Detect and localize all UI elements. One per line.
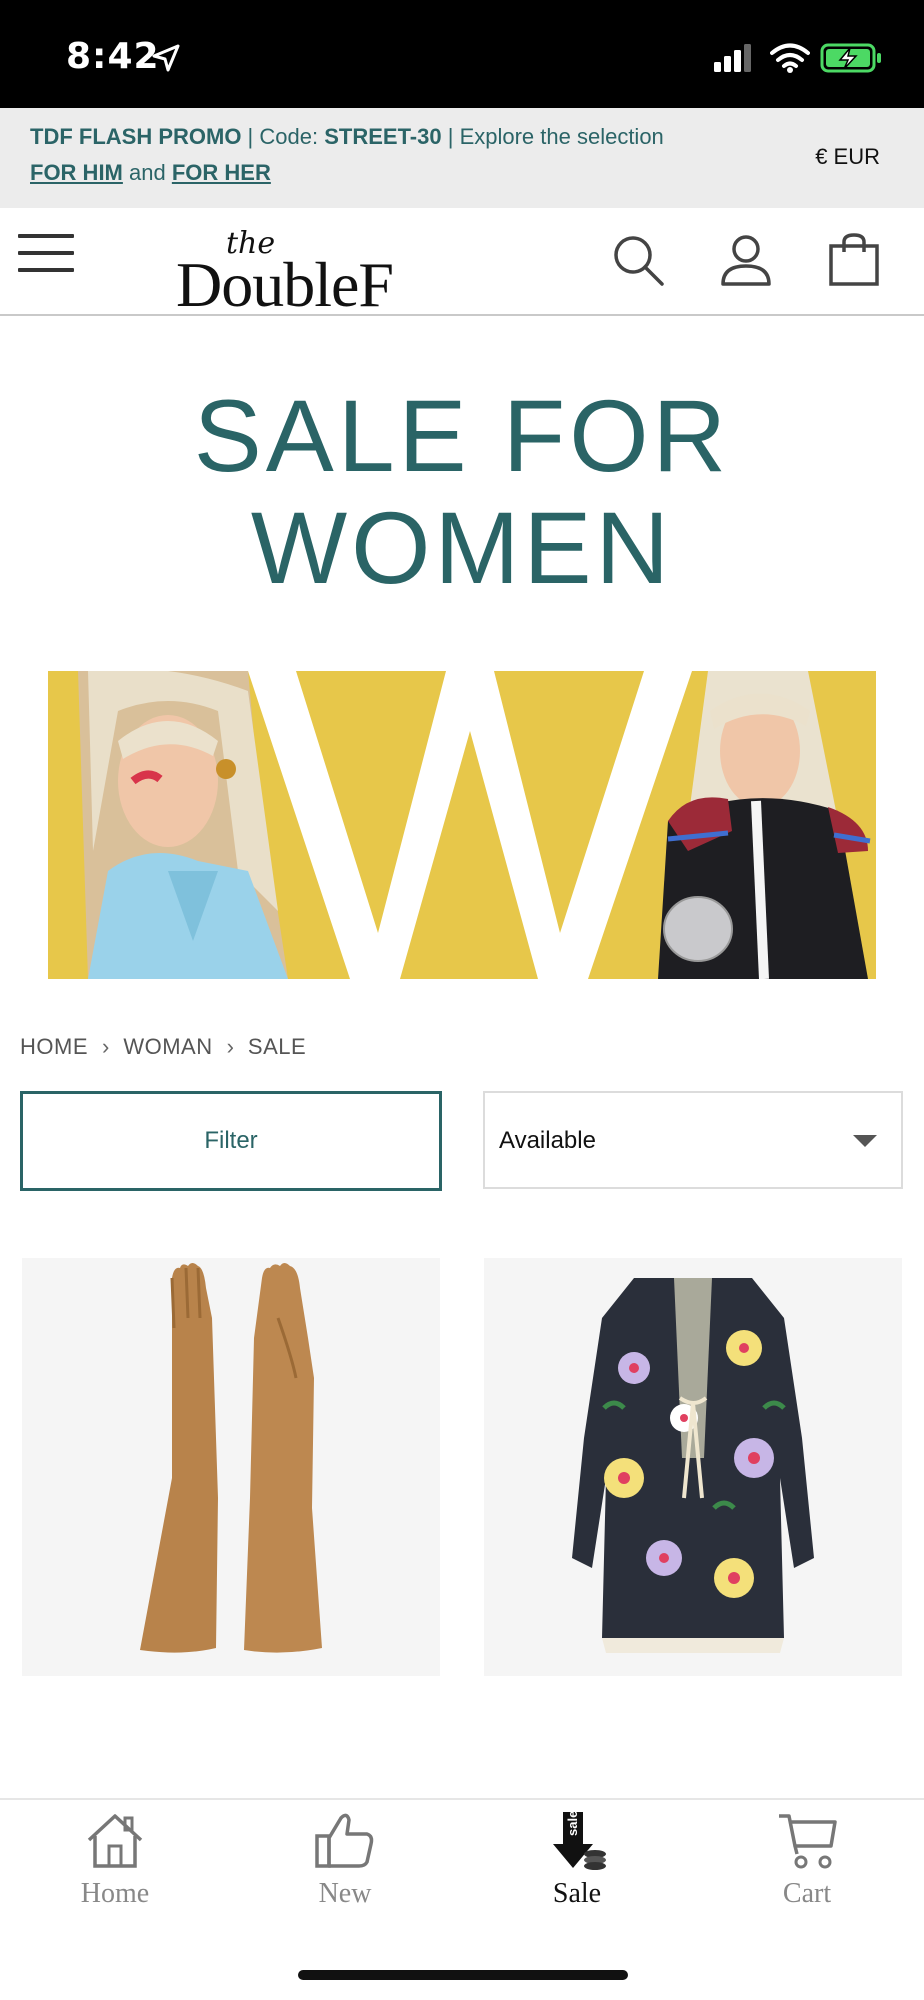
promo-code-label: Code: bbox=[259, 124, 319, 149]
product-image-gloves bbox=[22, 1258, 440, 1676]
product-card[interactable] bbox=[22, 1258, 440, 1676]
breadcrumb: HOME › WOMAN › SALE bbox=[20, 1034, 306, 1060]
promo-text: TDF FLASH PROMO | Code: STREET-30 | Expl… bbox=[30, 124, 664, 149]
menu-icon[interactable] bbox=[18, 234, 74, 280]
search-icon[interactable] bbox=[610, 232, 666, 288]
wifi-icon bbox=[770, 43, 810, 73]
breadcrumb-woman[interactable]: WOMAN bbox=[123, 1034, 212, 1060]
tab-home-label: Home bbox=[80, 1878, 150, 1909]
tab-new[interactable]: New bbox=[245, 1810, 445, 1920]
tab-sale-label: Sale bbox=[552, 1878, 602, 1909]
breadcrumb-home[interactable]: HOME bbox=[20, 1034, 88, 1060]
account-icon[interactable] bbox=[718, 232, 774, 288]
cart-icon bbox=[779, 1814, 837, 1869]
site-logo[interactable]: the DoubleF bbox=[176, 226, 426, 320]
location-arrow-icon bbox=[152, 44, 180, 72]
cellular-signal-icon bbox=[714, 44, 751, 72]
availability-select-value: Available bbox=[499, 1127, 596, 1154]
product-image-floral-coat bbox=[484, 1258, 902, 1676]
breadcrumb-sale: SALE bbox=[247, 1034, 307, 1059]
tab-cart[interactable]: Cart bbox=[707, 1810, 907, 1920]
promo-title: TDF FLASH PROMO bbox=[30, 124, 242, 149]
tab-new-label: New bbox=[318, 1878, 372, 1909]
battery-charging-icon bbox=[820, 43, 881, 73]
tab-home[interactable]: Home bbox=[15, 1810, 215, 1920]
hero-banner[interactable] bbox=[48, 671, 876, 979]
promo-banner: TDF FLASH PROMO | Code: STREET-30 | Expl… bbox=[0, 108, 924, 208]
home-indicator bbox=[298, 1970, 628, 1980]
tab-sale[interactable]: sale Sale bbox=[477, 1810, 677, 1920]
sale-icon: sale bbox=[553, 1811, 606, 1870]
promo-code: STREET-30 bbox=[324, 124, 442, 149]
shopping-bag-icon[interactable] bbox=[826, 232, 882, 288]
currency-selector[interactable]: € EUR bbox=[815, 144, 880, 170]
tab-cart-label: Cart bbox=[782, 1878, 832, 1909]
availability-select[interactable]: Available bbox=[483, 1091, 903, 1189]
page-title-line1: SALE FOR bbox=[193, 379, 731, 493]
dropdown-arrow-icon bbox=[853, 1135, 877, 1147]
page-title: SALE FOR WOMEN bbox=[0, 380, 924, 604]
home-icon bbox=[87, 1814, 143, 1868]
promo-and-text: and bbox=[129, 160, 166, 185]
sale-badge-text: sale bbox=[565, 1811, 580, 1836]
thumbs-up-icon bbox=[315, 1813, 374, 1868]
status-time: 8:42 bbox=[66, 36, 160, 77]
promo-explore-text: Explore the selection bbox=[459, 124, 664, 149]
promo-links: FOR HIM and FOR HER bbox=[30, 160, 271, 186]
for-her-link[interactable]: FOR HER bbox=[172, 160, 271, 185]
hero-image bbox=[48, 671, 876, 979]
status-bar: 8:42 bbox=[0, 0, 924, 108]
site-header: the DoubleF bbox=[0, 208, 924, 320]
chevron-right-icon: › bbox=[226, 1034, 234, 1059]
page-title-line2: WOMEN bbox=[250, 491, 674, 605]
product-card[interactable] bbox=[484, 1258, 902, 1676]
logo-wordmark: DoubleF bbox=[176, 249, 394, 320]
chevron-right-icon: › bbox=[102, 1034, 110, 1059]
filter-button[interactable]: Filter bbox=[20, 1091, 442, 1191]
for-him-link[interactable]: FOR HIM bbox=[30, 160, 123, 185]
